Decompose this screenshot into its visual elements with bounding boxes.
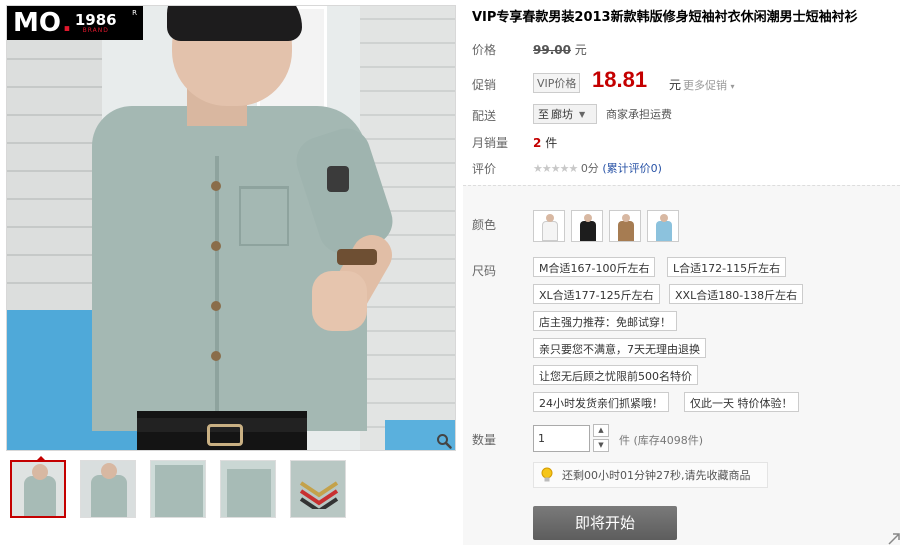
- thumbnail-5[interactable]: [290, 460, 346, 518]
- product-title: VIP专享春款男装2013新款韩版修身短袖衬衣休闲潮男士短袖衬衫: [472, 10, 858, 25]
- thumbnail-shirt: [91, 475, 127, 517]
- main-product-image[interactable]: [6, 5, 456, 451]
- photo-buckle: [207, 424, 243, 446]
- swatch-shirt: [580, 221, 596, 241]
- color-label: 颜色: [472, 218, 497, 232]
- monthly-sales-count: 2: [533, 136, 542, 150]
- countdown-notice: 还剩00小时01分钟27秒,请先收藏商品: [533, 462, 768, 488]
- corner-arrow-icon: [888, 533, 900, 545]
- countdown-text: 还剩00小时01分钟27秒,请先收藏商品: [562, 469, 751, 482]
- size-option-xxl[interactable]: XXL合适180-138斤左右: [669, 284, 804, 304]
- thumbnail-2[interactable]: [80, 460, 136, 518]
- thumbnail-head: [101, 463, 117, 479]
- promo-price-unit: 元: [669, 78, 682, 92]
- magnifier-icon[interactable]: [436, 433, 452, 449]
- stock-count: (库存4098件): [633, 434, 704, 447]
- quantity-input[interactable]: [533, 425, 590, 452]
- quantity-decrease-button[interactable]: ▼: [593, 439, 609, 452]
- size-option-promo-2[interactable]: 亲只要您不满意，7天无理由退换: [533, 338, 706, 358]
- logo-brand-word: BRAND: [82, 26, 109, 34]
- photo-shirt-button: [211, 301, 221, 311]
- promo-price: 18.81: [592, 67, 648, 92]
- photo-watch: [337, 249, 377, 265]
- thumbnail-patch-detail: [299, 481, 339, 509]
- logo-year-block: 1986 BRAND: [74, 10, 117, 34]
- thumbnail-4[interactable]: [220, 460, 276, 518]
- thumbnail-head: [32, 464, 48, 480]
- original-price: 99.00 元: [533, 41, 587, 58]
- size-option-promo-1[interactable]: 店主强力推荐：免邮试穿！: [533, 311, 677, 331]
- shipping-prefix: 至: [538, 108, 549, 121]
- swatch-head: [546, 214, 554, 222]
- thumbnail-shirt: [155, 465, 203, 517]
- brand-logo: MO . 1986 BRAND R: [7, 6, 143, 40]
- thumbnail-1[interactable]: [10, 460, 66, 518]
- lightbulb-icon: [541, 467, 553, 482]
- color-swatch-khaki[interactable]: [609, 210, 641, 242]
- logo-year: 1986: [74, 10, 117, 29]
- monthly-sales-unit: 件: [545, 136, 558, 150]
- color-swatches: [533, 210, 679, 242]
- photo-hair: [167, 6, 302, 41]
- price-label: 价格: [472, 43, 497, 57]
- thumbnail-strip: [10, 460, 346, 518]
- stock-info: 件 (库存4098件): [619, 432, 703, 448]
- start-soon-button[interactable]: 即将开始: [533, 506, 677, 540]
- swatch-shirt: [618, 221, 634, 241]
- photo-pocket: [239, 186, 289, 246]
- photo-placket: [215, 156, 219, 426]
- photo-shirt-button: [211, 241, 221, 251]
- swatch-shirt: [656, 221, 672, 241]
- quantity-unit: 件: [619, 434, 630, 447]
- more-promo-link[interactable]: 更多促销 ▾: [683, 77, 735, 93]
- swatch-head: [622, 214, 630, 222]
- rating-label: 评价: [472, 162, 497, 176]
- thumbnail-shirt: [227, 469, 271, 517]
- size-option-promo-4[interactable]: 24小时发货亲们抓紧哦！: [533, 392, 669, 412]
- logo-registered-mark: R: [132, 9, 137, 17]
- review-count-link[interactable]: (累计评价0): [602, 162, 662, 175]
- photo-shirt-button: [211, 181, 221, 191]
- promo-label: 促销: [472, 78, 497, 92]
- color-swatch-black[interactable]: [571, 210, 603, 242]
- star-rating-icon: ★★★★★: [533, 162, 578, 175]
- rating-score: 0分: [580, 162, 599, 175]
- color-swatch-light-blue[interactable]: [647, 210, 679, 242]
- more-promo-text: 更多促销: [683, 79, 727, 92]
- logo-mo-text: MO: [13, 8, 61, 38]
- shipping-note: 商家承担运费: [606, 108, 672, 121]
- quantity-increase-button[interactable]: ▲: [593, 424, 609, 437]
- photo-shirt-button: [211, 351, 221, 361]
- size-option-xl[interactable]: XL合适177-125斤左右: [533, 284, 660, 304]
- original-price-unit: 元: [574, 43, 587, 57]
- swatch-head: [660, 214, 668, 222]
- quantity-label: 数量: [472, 433, 497, 447]
- chevron-down-icon: ▼: [579, 109, 586, 119]
- shipping-label: 配送: [472, 109, 497, 123]
- vip-price-tag: VIP价格: [533, 73, 581, 93]
- photo-sleeve-patch: [327, 166, 349, 192]
- logo-dot: .: [61, 8, 72, 38]
- size-option-promo-5[interactable]: 仅此一天 特价体验！: [684, 392, 799, 412]
- photo-hand: [312, 271, 367, 331]
- shipping-destination-select[interactable]: 至 廊坊 ▼: [533, 104, 597, 124]
- size-label: 尺码: [472, 264, 497, 278]
- original-price-value: 99.00: [533, 43, 571, 57]
- monthly-sales-label: 月销量: [472, 136, 509, 150]
- shipping-city: 廊坊: [551, 108, 573, 121]
- swatch-head: [584, 214, 592, 222]
- size-option-promo-3[interactable]: 让您无后顾之忧限前500名特价: [533, 365, 698, 385]
- size-option-l[interactable]: L合适172-115斤左右: [667, 257, 787, 277]
- color-swatch-white[interactable]: [533, 210, 565, 242]
- rating: ★★★★★ 0分 (累计评价0): [533, 160, 662, 176]
- monthly-sales: 2 件: [533, 134, 557, 151]
- chevron-down-icon: ▾: [730, 82, 735, 91]
- thumbnail-3[interactable]: [150, 460, 206, 518]
- product-page: MO . 1986 BRAND R VIP专享春款男装2013新款韩版修身短袖衬…: [0, 0, 900, 545]
- swatch-shirt: [542, 221, 558, 241]
- size-option-m[interactable]: M合适167-100斤左右: [533, 257, 656, 277]
- thumbnail-shirt: [24, 476, 56, 516]
